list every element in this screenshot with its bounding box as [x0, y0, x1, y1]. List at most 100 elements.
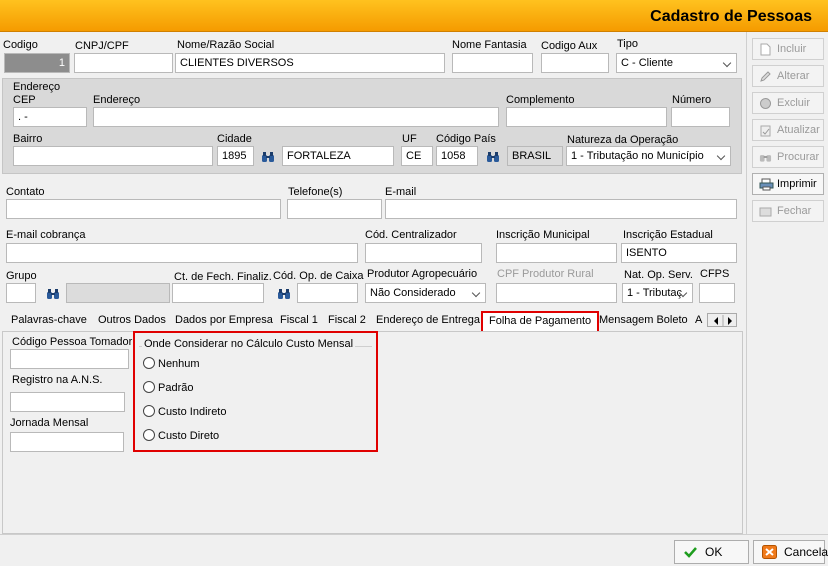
tab-endereco-entrega[interactable]: Endereço de Entrega: [376, 314, 480, 326]
atualizar-button[interactable]: Atualizar: [752, 119, 824, 141]
contato-field[interactable]: [6, 199, 281, 219]
jornada-label: Jornada Mensal: [10, 417, 89, 429]
complemento-label: Complemento: [506, 94, 575, 106]
bairro-field[interactable]: [13, 146, 213, 166]
cancel-icon: [762, 545, 777, 559]
tab-outros-dados[interactable]: Outros Dados: [98, 314, 166, 326]
refresh-icon: [759, 124, 772, 137]
printer-icon: [759, 178, 774, 191]
binoculars-icon[interactable]: [486, 151, 500, 163]
incluir-button[interactable]: Incluir: [752, 38, 824, 60]
email-cobranca-label: E-mail cobrança: [6, 229, 86, 241]
grupo-label: Grupo: [6, 270, 37, 282]
natop-serv-label: Nat. Op. Serv.: [624, 269, 693, 281]
telefone-label: Telefone(s): [288, 186, 343, 198]
excluir-button[interactable]: Excluir: [752, 92, 824, 114]
custo-mensal-title: Onde Considerar no Cálculo Custo Mensal: [142, 338, 356, 350]
nome-field[interactable]: CLIENTES DIVERSOS: [175, 53, 445, 73]
fantasia-field[interactable]: [452, 53, 533, 73]
codaux-field[interactable]: [541, 53, 609, 73]
radio-padrao[interactable]: Padrão: [143, 381, 193, 394]
cfps-label: CFPS: [700, 268, 730, 280]
complemento-field[interactable]: [506, 107, 667, 127]
codigo-field[interactable]: 1: [4, 53, 70, 73]
cpf-produtor-field[interactable]: [496, 283, 617, 303]
cep-field[interactable]: . -: [13, 107, 87, 127]
caixa-field[interactable]: [297, 283, 358, 303]
tab-scroll-arrows[interactable]: [707, 313, 737, 327]
check-icon: [683, 545, 698, 559]
endereco-section-label: Endereço: [13, 81, 61, 93]
produtor-select[interactable]: Não Considerado: [365, 283, 486, 303]
insc-municipal-field[interactable]: [496, 243, 617, 263]
cnpj-field[interactable]: [74, 53, 173, 73]
tab-palavras-chave[interactable]: Palavras-chave: [11, 314, 87, 326]
codigo-label: Codigo: [3, 39, 38, 51]
email-label: E-mail: [385, 186, 417, 198]
binoculars-icon[interactable]: [277, 288, 291, 300]
endereco-field[interactable]: [93, 107, 499, 127]
telefone-field[interactable]: [287, 199, 382, 219]
radio-circle-icon: [143, 357, 155, 369]
cep-label: CEP: [13, 94, 36, 106]
jornada-field[interactable]: [10, 432, 124, 452]
alterar-button[interactable]: Alterar: [752, 65, 824, 87]
natureza-label: Natureza da Operação: [567, 134, 679, 146]
cidade-code-field[interactable]: 1895: [217, 146, 254, 166]
procurar-button[interactable]: Procurar: [752, 146, 824, 168]
fantasia-label: Nome Fantasia: [452, 39, 527, 51]
endereco-label: Endereço: [93, 94, 141, 106]
numero-label: Número: [672, 94, 712, 106]
tab-fiscal-1[interactable]: Fiscal 1: [280, 314, 318, 326]
tab-folha-pagamento[interactable]: Folha de Pagamento: [481, 311, 600, 333]
ok-button[interactable]: OK: [674, 540, 749, 564]
fechar-button[interactable]: Fechar: [752, 200, 824, 222]
radio-custo-indireto[interactable]: Custo Indireto: [143, 405, 226, 418]
tipo-label: Tipo: [617, 38, 638, 50]
cnpj-label: CNPJ/CPF: [75, 40, 129, 52]
imprimir-button[interactable]: Imprimir: [752, 173, 824, 195]
fech-field[interactable]: [172, 283, 264, 303]
ans-field[interactable]: [10, 392, 125, 412]
custo-mensal-groupbox: Onde Considerar no Cálculo Custo Mensal …: [133, 331, 378, 452]
radio-circle-icon: [143, 381, 155, 393]
radio-circle-icon: [143, 405, 155, 417]
grupo-field[interactable]: [6, 283, 36, 303]
tab-mensagem-boleto[interactable]: Mensagem Boleto: [599, 314, 688, 326]
cancela-button[interactable]: Cancela: [753, 540, 828, 564]
tomador-label: Código Pessoa Tomador: [12, 336, 133, 348]
pais-label: Código País: [436, 133, 496, 145]
binoculars-icon: [759, 151, 772, 164]
binoculars-icon[interactable]: [261, 151, 275, 163]
cpf-produtor-label: CPF Produtor Rural: [497, 268, 594, 280]
pais-code-field[interactable]: 1058: [436, 146, 478, 166]
grupo-desc-field: [66, 283, 170, 303]
cidade-label: Cidade: [217, 133, 252, 145]
tab-dados-empresa[interactable]: Dados por Empresa: [175, 314, 273, 326]
cidade-name-field[interactable]: FORTALEZA: [282, 146, 394, 166]
tab-a[interactable]: A: [695, 314, 702, 326]
uf-field[interactable]: CE: [401, 146, 433, 166]
email-field[interactable]: [385, 199, 737, 219]
natureza-select[interactable]: 1 - Tributação no Município: [566, 146, 731, 166]
close-window-icon: [759, 205, 772, 218]
binoculars-icon[interactable]: [46, 288, 60, 300]
delete-icon: [759, 97, 772, 110]
tab-fiscal-2[interactable]: Fiscal 2: [328, 314, 366, 326]
email-cobranca-field[interactable]: [6, 243, 358, 263]
title-bar: Cadastro de Pessoas: [0, 0, 828, 32]
radio-custo-direto[interactable]: Custo Direto: [143, 429, 219, 442]
insc-estadual-field[interactable]: ISENTO: [621, 243, 737, 263]
tipo-select[interactable]: C - Cliente: [616, 53, 737, 73]
footer-bar: OK Cancela: [0, 534, 828, 566]
tomador-field[interactable]: [10, 349, 129, 369]
fech-label: Ct. de Fech. Finaliz.: [174, 271, 272, 283]
numero-field[interactable]: [671, 107, 730, 127]
radio-circle-icon: [143, 429, 155, 441]
radio-nenhum[interactable]: Nenhum: [143, 357, 200, 370]
edit-pencil-icon: [759, 70, 772, 83]
centralizador-label: Cód. Centralizador: [365, 229, 457, 241]
centralizador-field[interactable]: [365, 243, 482, 263]
cfps-field[interactable]: [699, 283, 735, 303]
natop-serv-select[interactable]: 1 - Tributaç: [622, 283, 693, 303]
